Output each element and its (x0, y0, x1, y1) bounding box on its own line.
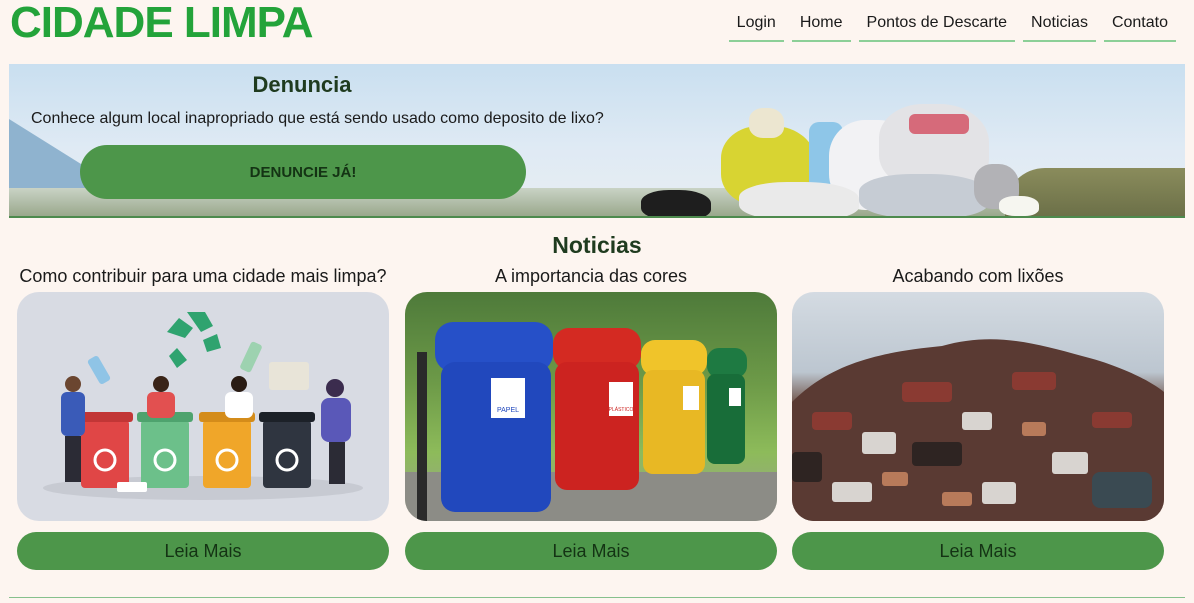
main-nav: Login Home Pontos de Descarte Noticias C… (728, 12, 1176, 42)
footer-divider (9, 597, 1185, 598)
denuncie-button[interactable]: DENUNCIE JÁ! (80, 145, 526, 199)
nav-login[interactable]: Login (728, 12, 784, 42)
scrap-dump-photo (792, 339, 1164, 521)
denuncia-banner: Denuncia Conhece algum local inapropriad… (9, 64, 1185, 218)
bin-label: PLÁSTICO (609, 406, 634, 413)
leia-mais-button[interactable]: Leia Mais (17, 532, 389, 570)
leia-mais-button[interactable]: Leia Mais (792, 532, 1164, 570)
news-card: Acabando com lixões Leia Mais (792, 264, 1164, 570)
scrap-dump-image[interactable] (792, 292, 1164, 521)
nav-contato[interactable]: Contato (1103, 12, 1176, 42)
site-logo[interactable]: CIDADE LIMPA (10, 0, 314, 48)
site-header: CIDADE LIMPA Login Home Pontos de Descar… (0, 0, 1194, 60)
recycling-people-image[interactable] (17, 292, 389, 521)
news-card-title[interactable]: A importancia das cores (405, 264, 777, 292)
bin-label: PAPEL (497, 407, 519, 414)
colored-bins-image[interactable]: PAPEL PLÁSTICO (405, 292, 777, 521)
banner-text: Conhece algum local inapropriado que est… (31, 110, 604, 127)
news-title: Noticias (552, 232, 642, 258)
nav-noticias[interactable]: Noticias (1023, 12, 1096, 42)
banner-title: Denuncia (252, 72, 352, 97)
nav-home[interactable]: Home (791, 12, 851, 42)
recycling-illustration (43, 312, 363, 500)
news-card-title[interactable]: Acabando com lixões (792, 264, 1164, 292)
colored-bins-photo: PAPEL PLÁSTICO (405, 322, 777, 521)
leia-mais-button[interactable]: Leia Mais (405, 532, 777, 570)
news-card: Como contribuir para uma cidade mais lim… (17, 264, 389, 570)
news-card-title[interactable]: Como contribuir para uma cidade mais lim… (17, 264, 389, 292)
nav-pontos-de-descarte[interactable]: Pontos de Descarte (858, 12, 1016, 42)
news-card: A importancia das cores PAPEL PLÁSTICO L… (405, 264, 777, 570)
